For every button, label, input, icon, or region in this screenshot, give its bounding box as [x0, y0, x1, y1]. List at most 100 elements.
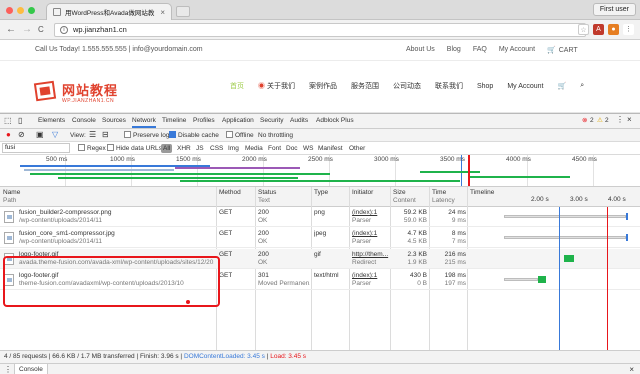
bookmark-star-icon[interactable]: ☆ [578, 24, 589, 35]
network-overview[interactable]: 500 ms 1000 ms 1500 ms 2000 ms 2500 ms 3… [0, 155, 640, 187]
column-header-timeline[interactable]: Timeline [470, 189, 494, 197]
nav-item-contact[interactable]: 联系我们 [435, 81, 463, 91]
devtools-panel: ⬚ ▯ Elements Console Sources Network Tim… [0, 113, 640, 374]
size-header-label: Size [393, 189, 406, 196]
column-header-initiator[interactable]: Initiator [352, 189, 373, 197]
nav-item-services[interactable]: 服务范围 [351, 81, 379, 91]
filter-type-ws[interactable]: WS [303, 144, 313, 153]
nav-item-shop[interactable]: Shop [477, 83, 493, 90]
top-link-account[interactable]: My Account [499, 46, 535, 54]
top-link-blog[interactable]: Blog [447, 46, 461, 54]
error-icon[interactable]: ⊗ [582, 117, 587, 125]
reload-icon[interactable]: C [38, 24, 44, 35]
initiator-link[interactable]: (index):1 [352, 230, 377, 237]
filter-icon[interactable]: ▽ [52, 130, 58, 139]
top-cart-link[interactable]: 🛒 CART [547, 46, 578, 55]
drawer-tab-console[interactable]: Console [14, 364, 48, 374]
back-icon[interactable]: ← [6, 24, 16, 35]
time-cell: 216 ms 215 ms [431, 251, 466, 267]
initiator-link[interactable]: (index):1 [352, 209, 377, 216]
minimize-window-button[interactable] [17, 7, 24, 14]
disable-cache-checkbox[interactable]: Disable cache [169, 131, 219, 140]
nav-item-news[interactable]: 公司动态 [393, 81, 421, 91]
forward-icon[interactable]: → [22, 24, 32, 35]
warning-icon[interactable]: ⚠ [597, 117, 603, 125]
offline-checkbox[interactable]: Offline [226, 131, 254, 140]
nav-cart-icon[interactable]: 🛒 [558, 82, 567, 90]
column-header-type[interactable]: Type [314, 189, 328, 197]
tab-sources[interactable]: Sources [102, 114, 126, 128]
filter-type-manifest[interactable]: Manifest [318, 144, 343, 153]
column-header-time[interactable]: Time Latency [432, 189, 455, 205]
site-logo-icon[interactable] [33, 80, 57, 102]
overview-tick-label: 2500 ms [308, 156, 333, 163]
close-devtools-icon[interactable]: × [627, 116, 632, 124]
filter-type-xhr[interactable]: XHR [177, 144, 191, 153]
tab-audits[interactable]: Audits [290, 114, 308, 128]
tab-console[interactable]: Console [72, 114, 96, 128]
record-icon[interactable]: ● [6, 130, 11, 139]
devtools-menu-icon[interactable]: ⋮ [616, 116, 624, 124]
filter-type-media[interactable]: Media [245, 144, 263, 153]
regex-checkbox[interactable]: Regex [78, 144, 106, 153]
extension-icon[interactable]: ● [608, 24, 619, 35]
tab-adblock-plus[interactable]: Adblock Plus [316, 114, 354, 128]
tab-elements[interactable]: Elements [38, 114, 65, 128]
clear-icon[interactable]: ⊘ [18, 130, 25, 139]
capture-screenshots-icon[interactable]: ▣ [36, 130, 44, 139]
filter-input[interactable]: fusi [2, 143, 70, 153]
site-logo-title[interactable]: 网站教程 [62, 80, 118, 99]
preserve-log-checkbox[interactable]: Preserve log [124, 131, 170, 140]
nav-item-about[interactable]: ◉ 关于我们 [258, 81, 295, 91]
time-header-label: Time [432, 189, 447, 196]
overview-icon[interactable]: ⊟ [102, 130, 109, 139]
table-row[interactable]: fusion_builder2-compressor.png/wp-conten… [0, 207, 640, 227]
inspect-element-icon[interactable]: ⬚ [4, 114, 12, 128]
table-row[interactable]: fusion_core_sm1-compressor.jpg/wp-conten… [0, 228, 640, 248]
profile-button[interactable]: First user [592, 3, 636, 16]
size-cell: 59.2 KB 59.0 KB [392, 209, 427, 225]
throttling-select[interactable]: No throttling [258, 131, 293, 140]
nav-item-cases[interactable]: 案例作品 [309, 81, 337, 91]
tab-application[interactable]: Application [222, 114, 254, 128]
filter-type-doc[interactable]: Doc [286, 144, 298, 153]
adblock-extension-icon[interactable]: A [593, 24, 604, 35]
initiator-link[interactable]: (index):1 [352, 272, 377, 279]
close-window-button[interactable] [6, 7, 13, 14]
nav-item-home[interactable]: 首页 [230, 81, 244, 91]
initiator-link[interactable]: http://them... [352, 251, 388, 258]
tab-profiles[interactable]: Profiles [193, 114, 215, 128]
close-drawer-icon[interactable]: × [629, 364, 634, 374]
tab-security[interactable]: Security [260, 114, 283, 128]
tab-network[interactable]: Network [132, 114, 156, 128]
new-tab-button[interactable] [176, 6, 190, 17]
top-link-faq[interactable]: FAQ [473, 46, 487, 54]
zoom-window-button[interactable] [28, 7, 35, 14]
filter-type-css[interactable]: CSS [210, 144, 223, 153]
top-link-about[interactable]: About Us [406, 46, 435, 54]
filter-type-img[interactable]: Img [228, 144, 239, 153]
url-input[interactable]: i wp.jianzhan1.cn [54, 23, 586, 37]
load-event-marker [607, 207, 608, 350]
device-mode-icon[interactable]: ▯ [18, 114, 22, 128]
hide-data-urls-checkbox[interactable]: Hide data URLs [107, 144, 162, 153]
column-header-method[interactable]: Method [219, 189, 241, 197]
menu-icon[interactable]: ⋮ [623, 24, 634, 35]
site-info-icon[interactable]: i [60, 26, 68, 34]
request-path: /wp-content/uploads/2014/11 [19, 238, 102, 245]
filter-type-other[interactable]: Other [349, 144, 365, 153]
column-header-name[interactable]: Name Path [3, 189, 20, 205]
drawer-menu-icon[interactable]: ⋮ [4, 364, 12, 374]
nav-search-icon[interactable]: ⌕ [580, 82, 584, 90]
annotation-dot [186, 300, 190, 304]
nav-item-my-account[interactable]: My Account [507, 83, 543, 90]
filter-type-js[interactable]: JS [196, 144, 204, 153]
filter-type-font[interactable]: Font [268, 144, 281, 153]
column-header-size[interactable]: Size Content [393, 189, 416, 205]
browser-tab[interactable]: 用WordPress和Avada做网站教 × [46, 3, 172, 20]
filter-type-all[interactable]: All [161, 144, 173, 153]
large-rows-icon[interactable]: ☰ [89, 130, 96, 139]
column-header-status[interactable]: Status Text [258, 189, 276, 205]
close-tab-icon[interactable]: × [160, 8, 165, 17]
tab-timeline[interactable]: Timeline [162, 114, 186, 128]
